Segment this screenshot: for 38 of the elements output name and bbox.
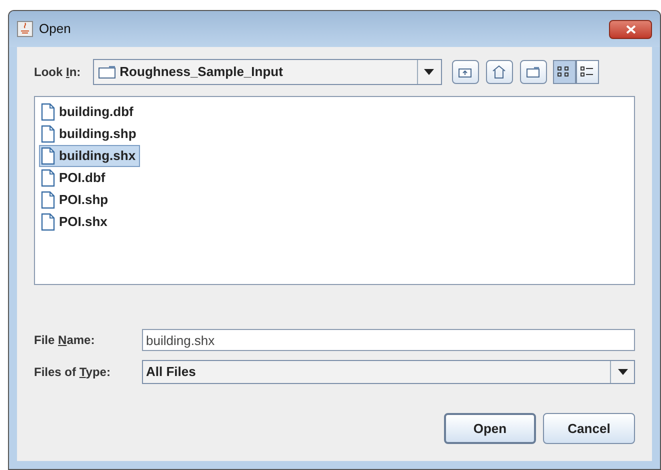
- details-view-icon: [580, 66, 594, 78]
- file-type-dropdown[interactable]: All Files: [142, 360, 635, 384]
- file-icon: [41, 169, 55, 187]
- new-folder-button[interactable]: [520, 60, 547, 84]
- caret-icon: [618, 369, 628, 375]
- file-icon: [41, 191, 55, 209]
- file-name-label: File Name:: [34, 333, 95, 347]
- app-icon: [17, 21, 33, 37]
- file-item[interactable]: POI.shp: [39, 189, 112, 211]
- look-in-value: Roughness_Sample_Input: [120, 63, 283, 82]
- cancel-button[interactable]: Cancel: [543, 413, 635, 444]
- up-folder-button[interactable]: [452, 60, 479, 84]
- home-icon: [492, 65, 506, 79]
- file-icon: [41, 147, 55, 165]
- file-icon: [41, 103, 55, 121]
- file-item[interactable]: POI.shx: [39, 211, 112, 233]
- file-icon: [41, 213, 55, 231]
- folder-icon: [526, 66, 540, 78]
- file-item[interactable]: building.shp: [39, 123, 140, 145]
- file-type-label: Files of Type:: [34, 365, 110, 379]
- window-title: Open: [39, 20, 71, 38]
- view-toggle[interactable]: [576, 60, 599, 84]
- look-in-label: Look In:: [34, 64, 81, 81]
- look-in-dropdown[interactable]: Roughness_Sample_Input: [92, 59, 442, 85]
- home-button[interactable]: [486, 60, 513, 84]
- file-name-field[interactable]: building.shx: [142, 329, 635, 351]
- caret-icon: [424, 69, 434, 75]
- folder-up-icon: [458, 66, 472, 78]
- folder-icon: [98, 65, 116, 79]
- list-view-icon: [557, 66, 572, 78]
- open-button[interactable]: Open: [444, 413, 536, 444]
- view-toggle[interactable]: [552, 60, 576, 84]
- file-item[interactable]: building.dbf: [39, 101, 138, 123]
- file-icon: [41, 125, 55, 143]
- file-item[interactable]: POI.dbf: [39, 167, 110, 189]
- file-item[interactable]: building.shx: [39, 145, 140, 167]
- close-button[interactable]: [609, 20, 652, 38]
- close-icon: [626, 24, 636, 34]
